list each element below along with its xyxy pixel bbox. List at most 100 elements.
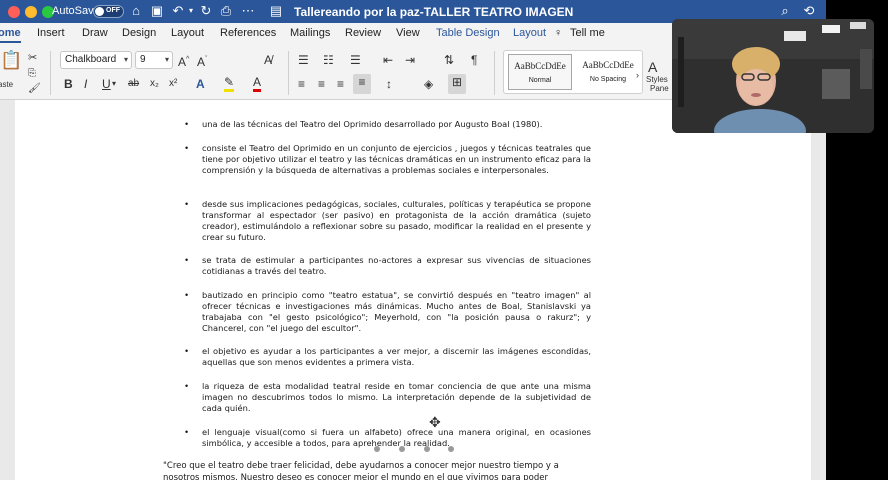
toggle-knob xyxy=(95,7,104,16)
bullet-icon: • xyxy=(185,119,189,129)
home-icon[interactable]: ⌂ xyxy=(128,3,144,19)
drag-dot xyxy=(448,446,454,452)
subscript-button[interactable]: x₂ xyxy=(150,76,159,92)
grow-font-icon[interactable]: A^ xyxy=(178,52,189,70)
style-normal[interactable]: AaBbCcDdEe Normal xyxy=(508,54,572,90)
share-icon[interactable]: ⟲ xyxy=(801,3,817,19)
underline-dropdown-icon[interactable]: ▾ xyxy=(112,76,116,92)
list-item: una de las técnicas del Teatro del Oprim… xyxy=(202,119,543,129)
shrink-font-icon[interactable]: Aˇ xyxy=(197,52,207,70)
document-title: Tallereando por la paz-TALLER TEATRO IMA… xyxy=(294,5,574,19)
save-icon[interactable]: ▣ xyxy=(149,3,165,19)
styles-pane-icon[interactable]: A xyxy=(648,59,657,75)
tab-review[interactable]: Review xyxy=(345,27,381,39)
list-item: el lenguaje visual(como si fuera un alfa… xyxy=(202,427,591,448)
document-page[interactable]: • una de las técnicas del Teatro del Opr… xyxy=(15,100,811,480)
borders-button[interactable]: ⊞ xyxy=(448,74,466,94)
strikethrough-button[interactable]: ab xyxy=(128,76,139,92)
superscript-button[interactable]: x² xyxy=(169,76,177,92)
paste-label: aste xyxy=(0,80,14,89)
gallery-scroll-icon[interactable]: › xyxy=(636,67,639,83)
numbering-icon[interactable]: ☷ xyxy=(323,52,334,68)
decrease-indent-icon[interactable]: ⇤ xyxy=(383,52,393,68)
styles-pane-label[interactable]: Pane xyxy=(650,84,669,93)
sort-icon[interactable]: ⇅ xyxy=(444,52,454,68)
bullet-icon: • xyxy=(185,381,189,391)
tab-layout[interactable]: Layout xyxy=(171,27,204,39)
font-name-value: Chalkboard xyxy=(65,54,117,65)
autosave-toggle[interactable]: OFF xyxy=(93,5,124,18)
redo-icon[interactable]: ↻ xyxy=(198,3,214,19)
list-item: desde sus implicaciones pedagógicas, soc… xyxy=(202,199,591,242)
tab-insert[interactable]: Insert xyxy=(37,27,65,39)
align-left-icon[interactable]: ≡ xyxy=(298,76,305,92)
quote-line: "Creo que el teatro debe traer felicidad… xyxy=(163,461,559,471)
font-color-icon[interactable]: A xyxy=(253,76,262,92)
list-item: se trata de estimular a participantes no… xyxy=(202,255,591,276)
tab-table-layout[interactable]: Layout xyxy=(513,27,546,39)
tab-home[interactable]: ome xyxy=(0,27,21,43)
list-item: la riqueza de esta modalidad teatral res… xyxy=(202,381,591,413)
increase-indent-icon[interactable]: ⇥ xyxy=(405,52,415,68)
tab-view[interactable]: View xyxy=(396,27,420,39)
close-window-button[interactable] xyxy=(8,6,20,18)
highlight-color-icon[interactable]: ✎ xyxy=(224,76,235,92)
divider xyxy=(288,51,289,95)
font-size-value: 9 xyxy=(140,54,146,65)
list-item: consiste el Teatro del Oprimido en un co… xyxy=(202,143,591,175)
shading-icon[interactable]: ◈ xyxy=(424,76,433,92)
chevron-down-icon: ▾ xyxy=(164,55,169,64)
underline-button[interactable]: U xyxy=(102,76,111,92)
clear-formatting-icon[interactable]: A̸ xyxy=(264,52,272,68)
styles-gallery: AaBbCcDdEe Normal AaBbCcDdEe No Spacing xyxy=(503,50,643,94)
undo-dropdown-icon[interactable]: ▾ xyxy=(183,3,199,19)
tab-table-design[interactable]: Table Design xyxy=(436,27,500,39)
divider xyxy=(494,51,495,95)
style-no-spacing[interactable]: AaBbCcDdEe No Spacing xyxy=(576,54,640,90)
more-commands-icon[interactable]: ⋯ xyxy=(240,3,256,19)
lightbulb-icon: ♀ xyxy=(554,27,563,39)
style-name: No Spacing xyxy=(589,76,627,83)
presenter-video-icon xyxy=(672,19,874,133)
font-name-dropdown[interactable]: Chalkboard ▾ xyxy=(60,51,132,69)
bullets-icon[interactable]: ☰ xyxy=(298,52,309,68)
style-sample: AaBbCcDdEe xyxy=(582,60,634,70)
tab-references[interactable]: References xyxy=(220,27,276,39)
document-icon: ▤ xyxy=(269,3,283,18)
print-icon[interactable]: ⎙ xyxy=(218,3,234,19)
tell-me-search[interactable]: Tell me xyxy=(570,27,605,39)
drag-dot xyxy=(374,446,380,452)
show-formatting-icon[interactable]: ¶ xyxy=(471,52,477,68)
text-effects-icon[interactable]: A xyxy=(196,76,205,92)
minimize-window-button[interactable] xyxy=(25,6,37,18)
list-item: el objetivo es ayudar a los participante… xyxy=(202,346,591,367)
font-size-dropdown[interactable]: 9 ▾ xyxy=(135,51,173,69)
tab-draw[interactable]: Draw xyxy=(82,27,108,39)
align-right-icon[interactable]: ≡ xyxy=(337,76,344,92)
move-cursor-icon: ✥ xyxy=(429,414,441,430)
bullet-icon: • xyxy=(185,346,189,356)
bullet-icon: • xyxy=(185,427,189,437)
paste-icon[interactable]: 📋 xyxy=(0,51,22,74)
bullet-icon: • xyxy=(185,290,189,300)
bold-button[interactable]: B xyxy=(64,76,73,92)
list-item: bautizado en principio como "teatro esta… xyxy=(202,290,591,333)
quote-line: nosotros mismos. Nuestro deseo es conoce… xyxy=(163,473,548,480)
drag-dot xyxy=(399,446,405,452)
search-icon[interactable]: ⌕ xyxy=(777,3,793,19)
styles-pane-label[interactable]: Styles xyxy=(646,75,668,84)
bullet-icon: • xyxy=(185,199,189,209)
format-painter-icon[interactable]: 🖌 xyxy=(28,81,41,97)
tab-design[interactable]: Design xyxy=(122,27,156,39)
multilevel-list-icon[interactable]: ☰ xyxy=(350,52,361,68)
document-area: • una de las técnicas del Teatro del Opr… xyxy=(0,100,826,480)
drag-dot xyxy=(424,446,430,452)
style-sample: AaBbCcDdEe xyxy=(514,61,566,71)
copy-icon[interactable]: ⎘ xyxy=(28,66,36,82)
italic-button[interactable]: I xyxy=(84,76,87,92)
cut-icon[interactable]: ✂ xyxy=(28,50,37,66)
tab-mailings[interactable]: Mailings xyxy=(290,27,330,39)
justify-button[interactable]: ≡ xyxy=(353,74,371,94)
align-center-icon[interactable]: ≡ xyxy=(318,76,325,92)
line-spacing-icon[interactable]: ↕ xyxy=(386,76,392,92)
